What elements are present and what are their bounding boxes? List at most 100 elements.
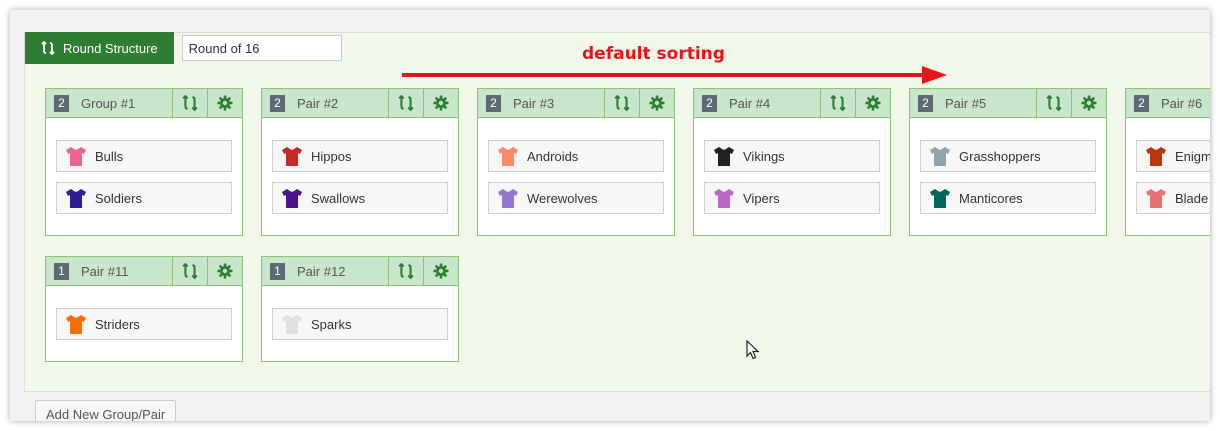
team-name: Bulls: [95, 148, 124, 164]
team-item[interactable]: Striders: [56, 308, 232, 340]
team-name: Enigm: [1175, 148, 1210, 164]
shirt-icon: [930, 146, 950, 166]
swap-icon: [398, 95, 414, 111]
add-group-button[interactable]: Add New Group/Pair: [35, 400, 177, 421]
shirt-icon: [282, 146, 302, 166]
settings-button[interactable]: [207, 89, 242, 117]
gear-icon: [217, 95, 233, 111]
team-name: Swallows: [311, 190, 366, 206]
team-name: Vipers: [743, 190, 780, 206]
card-header: 2 Pair #5: [910, 89, 1106, 118]
group-card: 1 Pair #11 Striders: [45, 256, 243, 362]
team-name: Sparks: [311, 316, 352, 332]
card-title: Group #1: [81, 95, 136, 111]
team-item[interactable]: Sparks: [272, 308, 448, 340]
shirt-icon: [66, 314, 86, 334]
annotation-arrow-icon: [402, 66, 947, 84]
swap-button[interactable]: [1036, 89, 1071, 117]
team-name: Werewolves: [527, 190, 598, 206]
app-frame: Round Structure default sorting 2 Group #…: [10, 10, 1210, 421]
shirt-icon: [714, 146, 734, 166]
team-name: Androids: [527, 148, 579, 164]
round-toolbar: Round Structure: [25, 32, 342, 64]
card-title: Pair #11: [81, 263, 129, 279]
swap-button[interactable]: [388, 89, 423, 117]
group-card: 2 Group #1 Bulls Soldiers: [45, 88, 243, 236]
settings-button[interactable]: [423, 89, 458, 117]
shirt-icon: [714, 188, 734, 208]
swap-icon: [1046, 95, 1062, 111]
swap-button[interactable]: [388, 257, 423, 285]
team-name: Blade: [1175, 190, 1209, 206]
annotation-label: default sorting: [582, 44, 725, 64]
team-count-badge: 1: [54, 262, 69, 280]
group-card: 2 Pair #5 Grasshoppers Manticores: [909, 88, 1107, 236]
round-structure-label: Round Structure: [63, 40, 158, 56]
shirt-icon: [282, 314, 302, 334]
gear-icon: [1081, 95, 1097, 111]
team-count-badge: 2: [270, 94, 285, 112]
card-title: Pair #6: [1161, 95, 1203, 111]
swap-icon: [41, 41, 55, 55]
swap-icon: [182, 263, 198, 279]
shirt-icon: [282, 188, 302, 208]
settings-button[interactable]: [639, 89, 674, 117]
settings-button[interactable]: [855, 89, 890, 117]
team-count-badge: 1: [270, 262, 285, 280]
group-card: 1 Pair #12 Sparks: [261, 256, 459, 362]
swap-button[interactable]: [604, 89, 639, 117]
round-name-input[interactable]: [181, 35, 342, 61]
card-title: Pair #12: [297, 263, 346, 279]
settings-button[interactable]: [423, 257, 458, 285]
team-name: Soldiers: [95, 190, 142, 206]
team-item[interactable]: Bulls: [56, 140, 232, 172]
group-card: 2 Pair #2 Hippos Swallows: [261, 88, 459, 236]
swap-icon: [830, 95, 846, 111]
gear-icon: [865, 95, 881, 111]
team-item[interactable]: Hippos: [272, 140, 448, 172]
round-structure-button[interactable]: Round Structure: [25, 32, 174, 64]
card-header: 2 Pair #3: [478, 89, 674, 118]
gear-icon: [649, 95, 665, 111]
team-count-badge: 2: [486, 94, 501, 112]
shirt-icon: [498, 146, 518, 166]
group-card: 2 Pair #6 Enigm Blade: [1125, 88, 1210, 236]
team-item[interactable]: Werewolves: [488, 182, 664, 214]
team-item[interactable]: Swallows: [272, 182, 448, 214]
team-item[interactable]: Vipers: [704, 182, 880, 214]
team-name: Vikings: [743, 148, 785, 164]
team-item[interactable]: Vikings: [704, 140, 880, 172]
swap-icon: [398, 263, 414, 279]
team-name: Hippos: [311, 148, 352, 164]
team-item[interactable]: Androids: [488, 140, 664, 172]
swap-button[interactable]: [172, 89, 207, 117]
settings-button[interactable]: [1071, 89, 1106, 117]
shirt-icon: [1146, 146, 1166, 166]
team-count-badge: 2: [702, 94, 717, 112]
cursor-icon: [746, 340, 760, 360]
shirt-icon: [66, 188, 86, 208]
swap-button[interactable]: [820, 89, 855, 117]
team-item[interactable]: Manticores: [920, 182, 1096, 214]
team-item[interactable]: Blade: [1136, 182, 1210, 214]
card-title: Pair #4: [729, 95, 771, 111]
group-card: 2 Pair #3 Androids Werewolves: [477, 88, 675, 236]
shirt-icon: [930, 188, 950, 208]
card-header: 2 Pair #4: [694, 89, 890, 118]
team-count-badge: 2: [918, 94, 933, 112]
swap-button[interactable]: [172, 257, 207, 285]
team-item[interactable]: Enigm: [1136, 140, 1210, 172]
team-item[interactable]: Grasshoppers: [920, 140, 1096, 172]
team-count-badge: 2: [1134, 94, 1149, 112]
settings-button[interactable]: [207, 257, 242, 285]
card-header: 2 Pair #2: [262, 89, 458, 118]
gear-icon: [433, 95, 449, 111]
shirt-icon: [498, 188, 518, 208]
team-count-badge: 2: [54, 94, 69, 112]
team-item[interactable]: Soldiers: [56, 182, 232, 214]
shirt-icon: [1146, 188, 1166, 208]
swap-icon: [614, 95, 630, 111]
card-title: Pair #5: [945, 95, 987, 111]
shirt-icon: [66, 146, 86, 166]
card-header: 1 Pair #12: [262, 257, 458, 286]
